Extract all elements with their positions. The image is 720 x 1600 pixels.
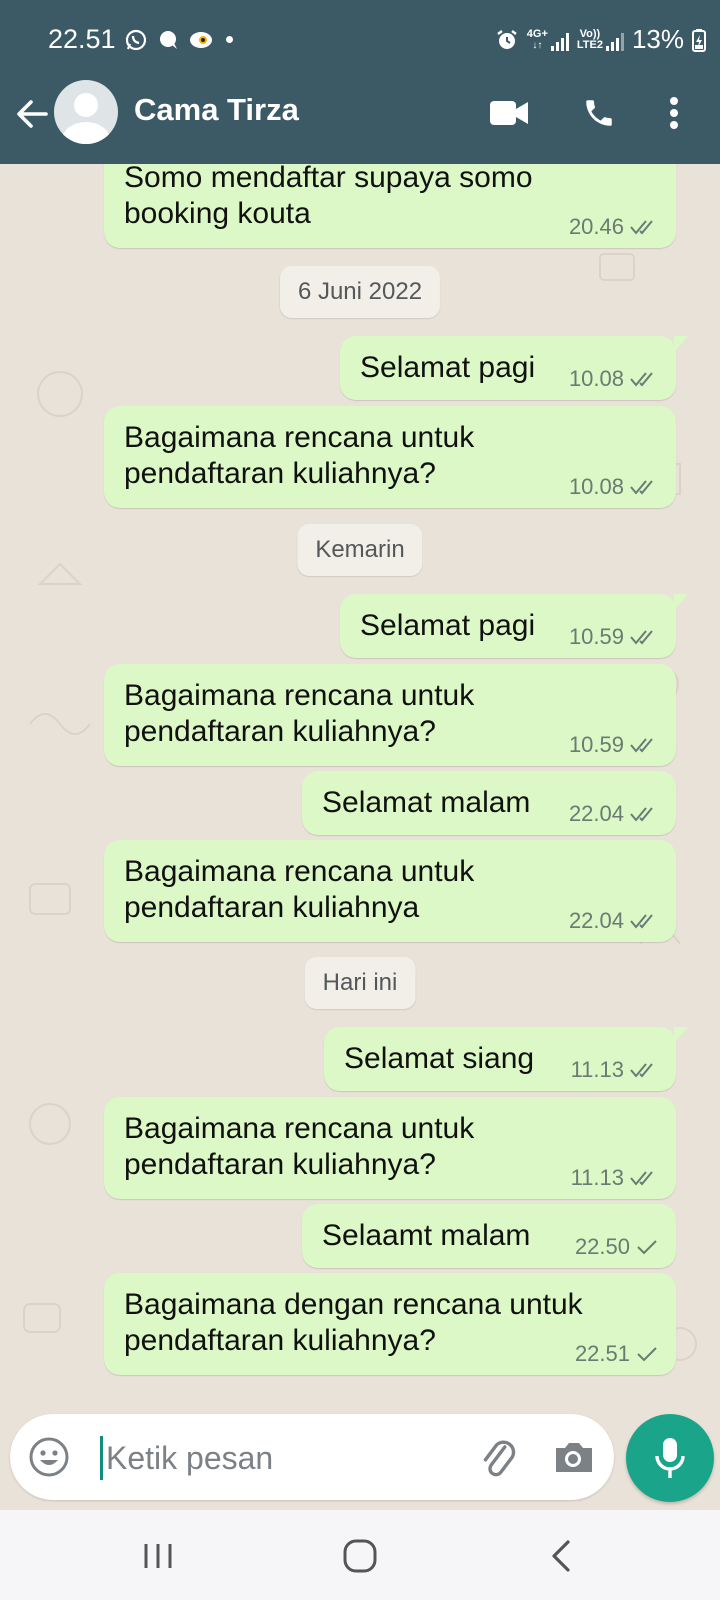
message-text: Bagaimana rencana untuk pendaftaran kuli… <box>124 421 475 490</box>
message-bubble[interactable]: Bagaimana rencana untuk pendaftaran kuli… <box>104 406 676 508</box>
message-text: Somo mendaftar supaya somo booking kouta <box>124 164 533 230</box>
double-check-icon <box>630 738 653 753</box>
home-icon[interactable] <box>338 1534 382 1578</box>
message-text: Selamat pagi <box>360 351 536 384</box>
double-check-icon <box>630 480 653 495</box>
system-nav-bar <box>0 1510 720 1600</box>
date-separator: 6 Juni 2022 <box>279 266 441 318</box>
text-cursor <box>100 1436 103 1480</box>
recent-apps-icon[interactable] <box>136 1534 180 1578</box>
battery-percent: 13% <box>631 24 684 54</box>
message-time: 10.08 <box>568 474 624 499</box>
chat-area[interactable]: Somo mendaftar supaya somo booking kouta… <box>0 164 720 1414</box>
voice-call-button[interactable] <box>576 90 622 136</box>
message-input[interactable]: Ketik pesan <box>106 1440 273 1477</box>
message-meta: 10.59 <box>569 626 658 648</box>
more-vert-icon <box>670 97 678 129</box>
message-time: 22.04 <box>568 908 624 933</box>
whatsapp-icon <box>125 29 147 51</box>
message-text: Selamat malam <box>322 786 531 819</box>
message-bubble[interactable]: Selamat malam 22.04 <box>302 771 676 835</box>
double-check-icon <box>630 220 653 235</box>
status-bar: 22.51 4G+ ↓↑ Vo)) LTE2 13% <box>0 0 720 76</box>
mic-icon <box>655 1438 685 1478</box>
back-arrow-icon[interactable] <box>12 94 52 134</box>
status-time: 22.51 <box>48 24 116 54</box>
single-check-icon <box>637 1240 657 1255</box>
back-icon[interactable] <box>540 1534 584 1578</box>
message-text: Bagaimana dengan rencana untuk pendaftar… <box>124 1288 583 1357</box>
attach-icon[interactable] <box>476 1434 520 1478</box>
date-separator: Hari ini <box>304 957 416 1009</box>
date-separator: Kemarin <box>297 524 423 576</box>
message-meta: 22.51 <box>575 1343 658 1365</box>
emoji-icon[interactable] <box>28 1436 70 1478</box>
message-meta: 22.50 <box>575 1236 658 1258</box>
message-meta: 20.46 <box>569 216 658 238</box>
message-time: 11.13 <box>570 1165 624 1190</box>
message-text: Bagaimana rencana untuk pendaftaran kuli… <box>124 679 475 748</box>
signal-icon <box>550 32 569 51</box>
battery-charging-icon <box>692 28 706 52</box>
message-meta: 22.04 <box>569 910 658 932</box>
notification-icons <box>124 28 214 52</box>
default-avatar-icon <box>62 93 110 144</box>
message-bubble[interactable]: Bagaimana rencana untuk pendaftaran kuli… <box>104 840 676 942</box>
video-call-icon <box>490 101 528 125</box>
mic-button[interactable] <box>626 1414 714 1502</box>
chat-toolbar: Cama Tirza <box>0 76 720 164</box>
message-text: Selamat siang <box>344 1042 535 1075</box>
message-bubble[interactable]: Bagaimana rencana untuk pendaftaran kuli… <box>104 664 676 766</box>
message-text: Selaamt malam <box>322 1219 531 1252</box>
message-text: Bagaimana rencana untuk pendaftaran kuli… <box>124 855 475 924</box>
message-meta: 10.59 <box>569 734 658 756</box>
message-input-bar[interactable]: Ketik pesan <box>10 1414 614 1500</box>
avatar[interactable] <box>54 80 118 144</box>
message-meta: 11.13 <box>571 1167 658 1189</box>
volte-indicator: Vo)) LTE2 <box>576 27 603 51</box>
double-check-icon <box>630 630 653 645</box>
message-text: Bagaimana rencana untuk pendaftaran kuli… <box>124 1112 475 1181</box>
app-header: 22.51 4G+ ↓↑ Vo)) LTE2 13% Cama Tirza <box>0 0 720 164</box>
message-bubble[interactable]: Bagaimana rencana untuk pendaftaran kuli… <box>104 1097 676 1199</box>
message-time: 10.08 <box>568 366 624 391</box>
double-check-icon <box>630 1063 653 1078</box>
double-check-icon <box>630 914 653 929</box>
double-check-icon <box>630 372 653 387</box>
message-time: 22.50 <box>574 1234 630 1259</box>
app-notification-icon <box>190 32 212 48</box>
signal-icon-2 <box>605 32 624 51</box>
message-time: 10.59 <box>568 732 624 757</box>
single-check-icon <box>637 1347 657 1362</box>
message-bubble[interactable]: Selamat pagi 10.59 <box>340 594 688 658</box>
message-meta: 10.08 <box>569 368 658 390</box>
double-check-icon <box>630 1171 653 1186</box>
message-bubble[interactable]: Bagaimana dengan rencana untuk pendaftar… <box>104 1273 676 1375</box>
message-bubble[interactable]: Selaamt malam 22.50 <box>302 1204 676 1268</box>
message-meta: 11.13 <box>571 1059 658 1081</box>
status-right: 4G+ ↓↑ Vo)) LTE2 13% <box>495 24 706 55</box>
message-bubble[interactable]: Selamat pagi 10.08 <box>340 336 688 400</box>
message-time: 20.46 <box>568 214 624 239</box>
message-text: Selamat pagi <box>360 609 536 642</box>
message-meta: 22.04 <box>569 803 658 825</box>
message-time: 22.51 <box>574 1341 630 1366</box>
message-time: 22.04 <box>568 801 624 826</box>
chat-bubble-icon <box>160 31 177 49</box>
alarm-icon <box>497 29 517 49</box>
phone-icon <box>586 100 612 126</box>
camera-icon[interactable] <box>550 1434 596 1480</box>
message-time: 10.59 <box>568 624 624 649</box>
more-options-button[interactable] <box>654 90 694 136</box>
notification-dot <box>226 36 233 43</box>
message-time: 11.13 <box>570 1057 624 1082</box>
message-meta: 10.08 <box>569 476 658 498</box>
video-call-button[interactable] <box>486 90 532 136</box>
contact-name[interactable]: Cama Tirza <box>134 92 299 128</box>
double-check-icon <box>630 807 653 822</box>
message-bubble[interactable]: Somo mendaftar supaya somo booking kouta… <box>104 164 676 248</box>
network-type: 4G+ ↓↑ <box>526 27 548 51</box>
message-bubble[interactable]: Selamat siang 11.13 <box>324 1027 688 1091</box>
